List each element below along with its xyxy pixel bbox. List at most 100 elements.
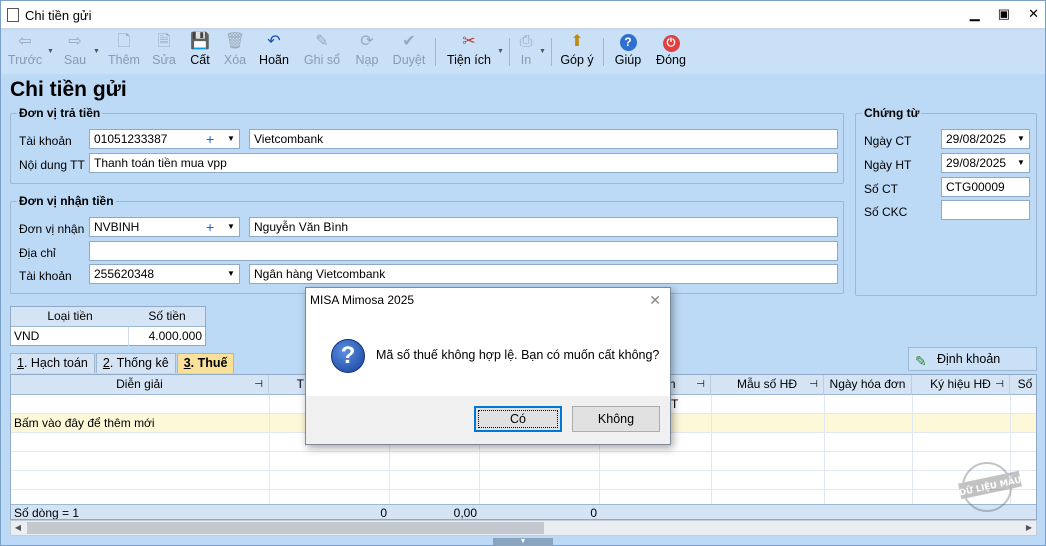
- question-icon: ?: [331, 339, 365, 373]
- payee-name-field[interactable]: Nguyễn Văn Bình: [249, 217, 838, 237]
- payer-account-combo[interactable]: 01051233387 + ▼: [89, 129, 240, 149]
- pin-icon[interactable]: ⊣: [696, 375, 705, 394]
- table-row[interactable]: [11, 452, 1036, 471]
- column-description[interactable]: Diễn giải ⊣: [11, 375, 269, 395]
- chevron-down-icon[interactable]: ▼: [47, 48, 54, 55]
- quick-entry-button[interactable]: ✎ Định khoản nhanh: [908, 347, 1037, 388]
- payee-account-combo[interactable]: 255620348 ▼: [89, 264, 240, 284]
- undo-button[interactable]: ↶ Hoãn: [257, 32, 291, 72]
- transfer-number-field[interactable]: [941, 200, 1030, 220]
- chevron-down-icon[interactable]: ▼: [223, 218, 239, 236]
- grid-footer: Số dòng = 1 0 0,00 0: [11, 504, 1036, 519]
- tab-accounting[interactable]: 1. Hạch toán: [10, 353, 95, 373]
- check-icon: ✔: [402, 33, 416, 50]
- chevron-down-icon[interactable]: ▼: [539, 48, 546, 55]
- save-button[interactable]: 💾 Cất: [187, 32, 213, 72]
- confirm-dialog: MISA Mimosa 2025 ✕ ? Mã số thuế không hợ…: [305, 287, 671, 445]
- tools-icon: ✂: [462, 33, 476, 50]
- payee-bank-name-field[interactable]: Ngân hàng Vietcombank: [249, 264, 838, 284]
- voucher-group-title: Chứng từ: [862, 106, 922, 120]
- chevron-down-icon[interactable]: ▼: [223, 130, 239, 148]
- scroll-right-icon[interactable]: ▶: [1022, 521, 1036, 535]
- maximize-icon[interactable]: ▣: [998, 6, 1010, 22]
- pin-icon[interactable]: ⊣: [254, 375, 263, 394]
- main-window: Chi tiền gửi ▁ ▣ ✕ ⇦ Trước ▼ ⇨ Sau ▼ 🗋 Thêm…: [0, 0, 1046, 546]
- tab-statistics[interactable]: 2. Thống kê: [95, 353, 176, 373]
- approve-button[interactable]: ✔ Duyệt: [391, 32, 427, 72]
- column-invoice-date[interactable]: Ngày hóa đơn: [824, 375, 912, 395]
- payer-bank-name-field[interactable]: Vietcombank: [249, 129, 838, 149]
- currency-type-cell[interactable]: VND: [11, 327, 129, 346]
- dialog-message: Mã số thuế không hợp lệ. Bạn có muốn cất…: [376, 348, 660, 362]
- back-button[interactable]: ⇦ Trước: [7, 32, 43, 72]
- feedback-button[interactable]: ⬆ Góp ý: [559, 32, 595, 72]
- load-button[interactable]: ⟳ Nạp: [353, 32, 381, 72]
- payer-account-value: 01051233387: [94, 132, 168, 146]
- arrow-left-icon: ⇦: [18, 33, 32, 50]
- chevron-down-icon[interactable]: ▼: [1013, 130, 1029, 148]
- table-row[interactable]: [11, 471, 1036, 490]
- column-invoice-number[interactable]: Số: [1010, 375, 1036, 395]
- grid-divider: [711, 395, 712, 505]
- toolbar-separator: [551, 38, 552, 66]
- payee-unit-value: NVBINH: [94, 220, 140, 234]
- column-invoice-symbol[interactable]: Ký hiệu HĐ ⊣: [912, 375, 1010, 395]
- title-bar: Chi tiền gửi ▁ ▣ ✕: [1, 1, 1045, 29]
- close-icon[interactable]: ✕: [649, 292, 661, 309]
- minimize-icon[interactable]: ▁: [970, 6, 980, 22]
- payee-account-label: Tài khoản: [19, 269, 72, 283]
- chevron-down-icon[interactable]: ▼: [93, 48, 100, 55]
- collapse-handle[interactable]: ▼: [493, 538, 553, 546]
- voucher-date-label: Ngày CT: [864, 134, 912, 148]
- edit-button[interactable]: 🗎 Sửa: [149, 32, 179, 72]
- close-icon[interactable]: ✕: [1028, 6, 1039, 22]
- next-button[interactable]: ⇨ Sau: [59, 32, 91, 72]
- scroll-left-icon[interactable]: ◀: [11, 521, 25, 535]
- payee-address-label: Địa chỉ: [19, 246, 56, 260]
- printer-icon: ⎙: [519, 33, 533, 50]
- voucher-date-picker[interactable]: 29/08/2025 ▼: [941, 129, 1030, 149]
- dialog-button-bar: Có Không: [306, 396, 670, 444]
- column-tax[interactable]: T: [269, 375, 309, 395]
- amount-cell[interactable]: 4.000.000: [129, 327, 205, 346]
- help-button[interactable]: ? Giúp: [613, 32, 643, 72]
- print-button[interactable]: ⎙ In: [515, 32, 537, 72]
- detail-tabs: 1. Hạch toán 2. Thống kê 3. Thuế: [10, 353, 235, 373]
- chevron-down-icon[interactable]: ▼: [223, 265, 239, 283]
- pin-icon[interactable]: ⊣: [809, 375, 818, 394]
- add-icon[interactable]: +: [206, 130, 214, 148]
- add-button[interactable]: 🗋 Thêm: [107, 32, 141, 72]
- column-invoice-form[interactable]: Mẫu số HĐ ⊣: [711, 375, 824, 395]
- pencil-icon: ✎: [315, 33, 329, 50]
- toolbar-separator: [603, 38, 604, 66]
- help-icon: ?: [613, 32, 643, 52]
- payee-address-field[interactable]: [89, 241, 838, 261]
- tab-tax[interactable]: 3. Thuế: [176, 353, 235, 373]
- window-title: Chi tiền gửi: [25, 8, 92, 23]
- add-icon[interactable]: +: [206, 218, 214, 236]
- yes-button[interactable]: Có: [474, 406, 562, 432]
- close-button[interactable]: ⏻ Đóng: [653, 32, 689, 72]
- posting-date-picker[interactable]: 29/08/2025 ▼: [941, 153, 1030, 173]
- feedback-box-icon: ⬆: [570, 33, 584, 50]
- dialog-title: MISA Mimosa 2025: [310, 293, 415, 307]
- payee-unit-combo[interactable]: NVBINH + ▼: [89, 217, 240, 237]
- delete-button[interactable]: 🗑 Xóa: [221, 32, 249, 72]
- no-button[interactable]: Không: [572, 406, 660, 432]
- payee-account-value: 255620348: [94, 267, 155, 281]
- delete-document-icon: 🗑: [224, 33, 246, 50]
- utilities-button[interactable]: ✂ Tiện ích: [445, 32, 493, 72]
- payment-content-field[interactable]: Thanh toán tiền mua vpp: [89, 153, 838, 173]
- amount-header: Số tiền: [148, 309, 186, 323]
- scrollbar-thumb[interactable]: [27, 522, 544, 534]
- payee-group-title: Đơn vị nhận tiền: [17, 194, 116, 208]
- chevron-down-icon[interactable]: ▼: [497, 48, 504, 55]
- voucher-number-field[interactable]: CTG00009: [941, 177, 1030, 197]
- payment-content-label: Nội dung TT: [19, 158, 85, 172]
- pin-icon[interactable]: ⊣: [995, 375, 1004, 394]
- chevron-down-icon[interactable]: ▼: [1013, 154, 1029, 172]
- payer-account-label: Tài khoản: [19, 134, 72, 148]
- record-button[interactable]: ✎ Ghi sổ: [303, 32, 341, 72]
- floppy-disk-icon: 💾: [190, 33, 210, 50]
- horizontal-scrollbar[interactable]: ◀ ▶: [10, 520, 1037, 536]
